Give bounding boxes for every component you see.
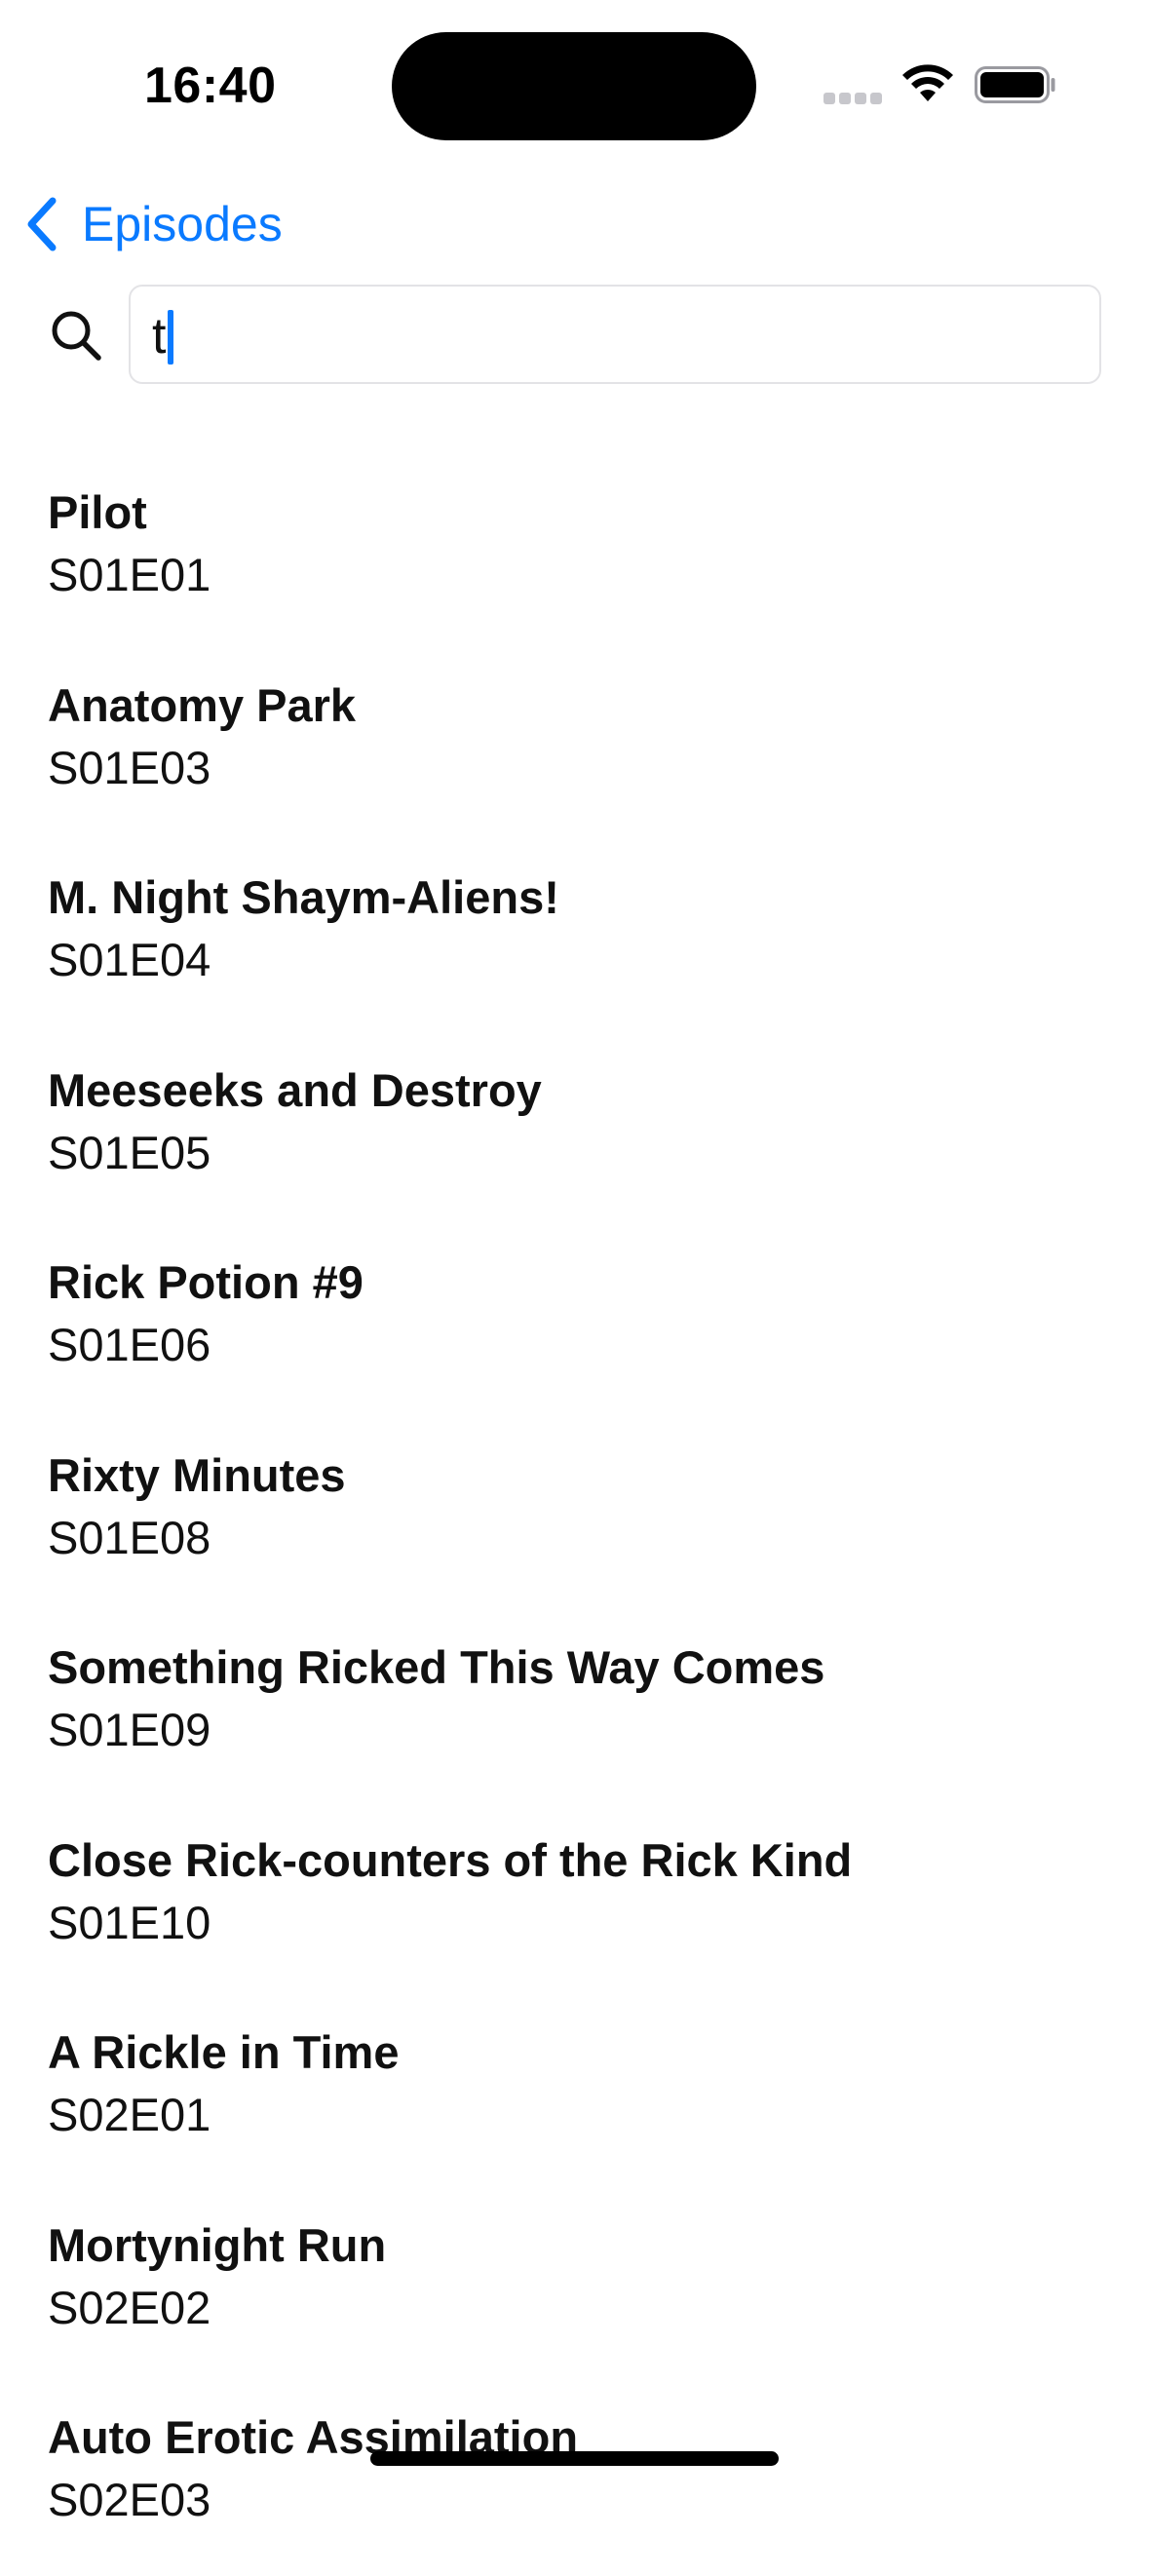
search-row: t bbox=[0, 285, 1149, 386]
status-time: 16:40 bbox=[144, 58, 277, 114]
search-icon bbox=[52, 311, 101, 361]
chevron-left-icon bbox=[27, 197, 57, 251]
back-button[interactable]: Episodes bbox=[23, 190, 283, 258]
search-input[interactable]: t bbox=[129, 285, 1101, 384]
episode-title: Anatomy Park bbox=[48, 678, 357, 731]
list-item[interactable]: M. Night Shaym-Aliens! S01E04 bbox=[0, 843, 1149, 1036]
search-input-value: t bbox=[152, 308, 167, 365]
list-item[interactable]: A Rickle in Time S02E01 bbox=[0, 1998, 1149, 2191]
episode-list: Pilot S01E01 Anatomy Park S01E03 M. Night Sh… bbox=[0, 458, 1149, 2576]
list-item[interactable]: Meeseeks and Destroy S01E05 bbox=[0, 1036, 1149, 1229]
episode-title: A Rickle in Time bbox=[48, 2026, 400, 2078]
list-item[interactable]: Something Ricked This Way Comes S01E09 bbox=[0, 1613, 1149, 1806]
episode-code: S02E03 bbox=[48, 2474, 211, 2525]
episode-title: Meeseeks and Destroy bbox=[48, 1063, 542, 1116]
list-item[interactable]: Close Rick-counters of the Rick Kind S01E… bbox=[0, 1806, 1149, 1999]
episode-code: S02E02 bbox=[48, 2281, 211, 2333]
episode-code: S01E08 bbox=[48, 1511, 211, 1563]
home-indicator[interactable] bbox=[370, 2451, 779, 2466]
episode-title: Pilot bbox=[48, 486, 147, 538]
episode-title: Something Ricked This Way Comes bbox=[48, 1641, 825, 1693]
text-cursor bbox=[168, 310, 173, 365]
cellular-signal-icon bbox=[823, 93, 884, 104]
episode-code: S02E01 bbox=[48, 2089, 211, 2140]
navigation-bar: Episodes bbox=[0, 175, 1149, 273]
episode-title: Rixty Minutes bbox=[48, 1448, 346, 1501]
episode-code: S01E09 bbox=[48, 1704, 211, 1755]
episode-code: S01E01 bbox=[48, 549, 211, 600]
episode-code: S01E10 bbox=[48, 1896, 211, 1948]
episode-code: S01E03 bbox=[48, 741, 211, 793]
list-item[interactable]: Auto Erotic Assimilation S02E03 bbox=[0, 2383, 1149, 2576]
episode-code: S01E04 bbox=[48, 934, 211, 985]
episode-title: Close Rick-counters of the Rick Kind bbox=[48, 1833, 853, 1886]
dynamic-island bbox=[392, 32, 756, 140]
back-button-label: Episodes bbox=[82, 197, 283, 251]
list-item[interactable]: Rixty Minutes S01E08 bbox=[0, 1421, 1149, 1614]
battery-icon bbox=[975, 66, 1055, 103]
status-bar: 16:40 bbox=[0, 0, 1149, 166]
list-item[interactable]: Mortynight Run S02E02 bbox=[0, 2191, 1149, 2384]
list-item[interactable]: Rick Potion #9 S01E06 bbox=[0, 1228, 1149, 1421]
wifi-icon bbox=[902, 64, 953, 101]
episode-title: Mortynight Run bbox=[48, 2218, 387, 2271]
episode-code: S01E05 bbox=[48, 1126, 211, 1178]
episode-title: M. Night Shaym-Aliens! bbox=[48, 871, 559, 923]
episode-code: S01E06 bbox=[48, 1319, 211, 1370]
list-item[interactable]: Pilot S01E01 bbox=[0, 458, 1149, 651]
episode-title: Rick Potion #9 bbox=[48, 1256, 364, 1308]
list-item[interactable]: Anatomy Park S01E03 bbox=[0, 651, 1149, 844]
